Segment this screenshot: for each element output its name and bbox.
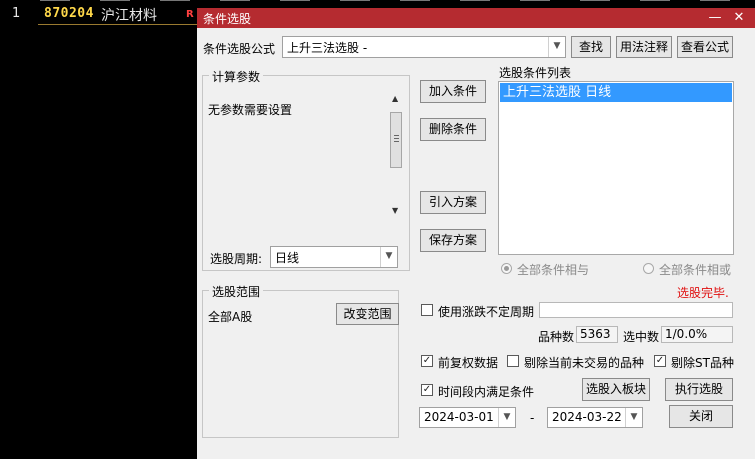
adjusted-data-checkbox[interactable]: ✓ — [421, 355, 433, 367]
end-date-picker[interactable]: 2024-03-22 ▼ — [547, 407, 643, 428]
range-group-title: 选股范围 — [209, 283, 264, 300]
range-value: 全部A股 — [208, 310, 253, 324]
date-separator: - — [530, 411, 535, 425]
uncertain-period-label: 使用涨跌不定周期 — [438, 305, 535, 319]
variety-count-label: 品种数 — [538, 330, 575, 344]
delete-condition-button[interactable]: 删除条件 — [420, 118, 486, 141]
formula-value: 上升三法选股 - — [287, 41, 368, 55]
params-scrollbar[interactable]: ▲ ▼ — [389, 92, 404, 218]
scroll-up-icon[interactable]: ▲ — [392, 94, 398, 103]
params-group-title: 计算参数 — [209, 68, 264, 85]
formula-select[interactable]: 上升三法选股 - ▼ — [282, 36, 566, 58]
import-plan-button[interactable]: 引入方案 — [420, 191, 486, 214]
header-divider — [40, 0, 755, 1]
radio-and-label: 全部条件相与 — [517, 263, 590, 277]
start-date-value: 2024-03-01 — [424, 410, 494, 424]
save-plan-button[interactable]: 保存方案 — [420, 229, 486, 252]
uncertain-period-checkbox[interactable] — [421, 304, 433, 316]
dialog-title: 条件选股 — [203, 12, 252, 26]
radio-or-label: 全部条件相或 — [659, 263, 732, 277]
close-button[interactable]: 关闭 — [669, 405, 733, 428]
close-icon[interactable]: ✕ — [730, 9, 748, 27]
formula-label: 条件选股公式 — [203, 42, 276, 56]
status-text: 选股完毕. — [677, 286, 729, 300]
scroll-down-icon[interactable]: ▼ — [392, 206, 398, 215]
condition-list-item[interactable]: 上升三法选股 日线 — [500, 83, 732, 102]
end-date-value: 2024-03-22 — [552, 410, 622, 424]
add-to-block-button[interactable]: 选股入板块 — [582, 378, 650, 401]
condition-stock-dialog: 条件选股 — ✕ 条件选股公式 上升三法选股 - ▼ 查找 用法注释 查看公式 … — [197, 8, 755, 459]
time-range-checkbox[interactable]: ✓ — [421, 384, 433, 396]
dialog-titlebar[interactable]: 条件选股 — ✕ — [197, 8, 755, 28]
adjusted-data-label: 前复权数据 — [438, 356, 499, 370]
execute-selection-button[interactable]: 执行选股 — [665, 378, 733, 401]
stock-code: 870204 — [44, 6, 94, 21]
selected-count-label: 选中数 — [623, 330, 660, 344]
change-range-button[interactable]: 改变范围 — [336, 303, 399, 325]
add-condition-button[interactable]: 加入条件 — [420, 80, 486, 103]
chevron-down-icon[interactable]: ▼ — [548, 37, 565, 57]
chevron-down-icon[interactable]: ▼ — [380, 247, 397, 267]
variety-count-value: 5363 — [576, 326, 618, 343]
period-select[interactable]: 日线 ▼ — [270, 246, 398, 268]
find-button[interactable]: 查找 — [571, 36, 611, 58]
condition-list[interactable]: 上升三法选股 日线 — [498, 81, 734, 255]
radio-or[interactable] — [643, 263, 654, 274]
start-date-picker[interactable]: 2024-03-01 ▼ — [419, 407, 516, 428]
financing-flag: R — [186, 9, 194, 20]
exclude-untraded-label: 剔除当前未交易的品种 — [524, 356, 645, 370]
row-index: 1 — [12, 6, 21, 21]
uncertain-period-input[interactable] — [539, 302, 733, 318]
exclude-st-label: 剔除ST品种 — [671, 356, 734, 370]
exclude-st-checkbox[interactable]: ✓ — [654, 355, 666, 367]
radio-and[interactable] — [501, 263, 512, 274]
exclude-untraded-checkbox[interactable] — [507, 355, 519, 367]
period-label: 选股周期: — [210, 252, 263, 266]
time-range-label: 时间段内满足条件 — [438, 385, 535, 399]
chevron-down-icon[interactable]: ▼ — [625, 408, 642, 427]
params-text: 无参数需要设置 — [208, 103, 293, 117]
params-group: 计算参数 无参数需要设置 ▲ ▼ 选股周期: 日线 ▼ — [202, 68, 410, 271]
stock-name: 沪江材料 — [101, 8, 157, 24]
row-underline — [38, 24, 198, 25]
view-formula-button[interactable]: 查看公式 — [677, 36, 733, 58]
usage-notes-button[interactable]: 用法注释 — [616, 36, 672, 58]
selected-count-value: 1/0.0% — [661, 326, 733, 343]
chevron-down-icon[interactable]: ▼ — [498, 408, 515, 427]
minimize-icon[interactable]: — — [706, 9, 724, 27]
condition-list-label: 选股条件列表 — [499, 66, 572, 80]
range-group: 选股范围 全部A股 改变范围 — [202, 283, 399, 438]
period-value: 日线 — [275, 251, 300, 265]
scroll-thumb[interactable] — [390, 112, 402, 168]
